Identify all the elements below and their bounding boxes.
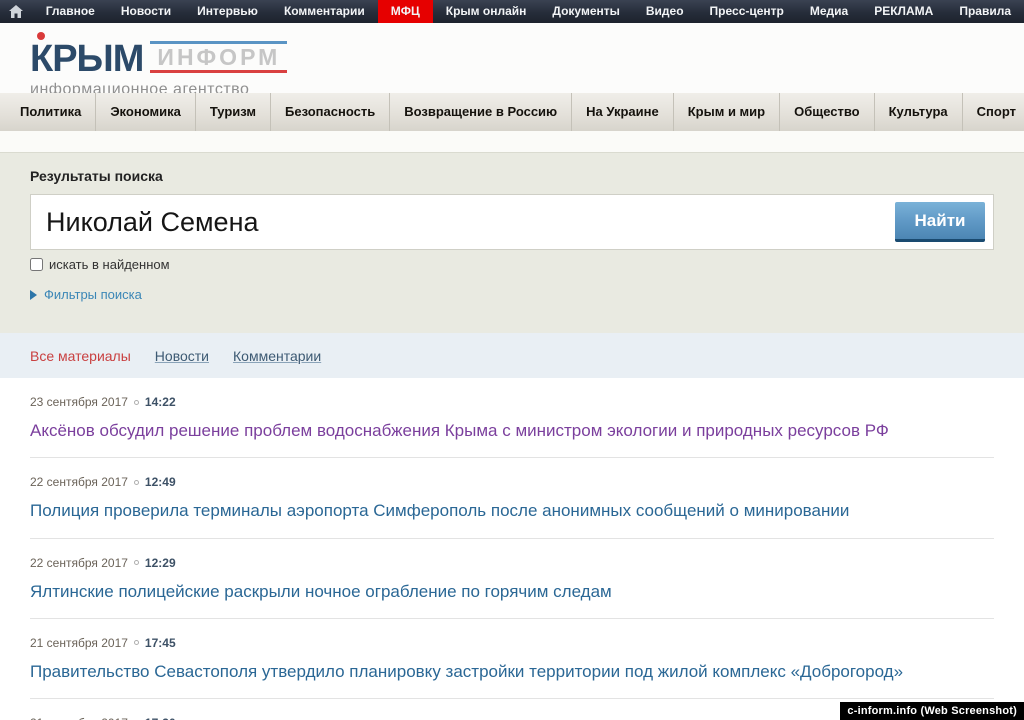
category-nav-item[interactable]: Безопасность: [271, 93, 390, 131]
search-panel: Результаты поиска Найти искать в найденн…: [0, 152, 1024, 333]
category-nav-item[interactable]: Возвращение в Россию: [390, 93, 572, 131]
home-icon-glyph: [9, 5, 23, 18]
result-date: 22 сентября 2017: [30, 556, 128, 570]
topnav-item[interactable]: Крым онлайн: [433, 0, 540, 23]
top-nav-items: ГлавноеНовостиИнтервьюКомментарииМФЦКрым…: [33, 0, 1024, 23]
triangle-right-icon: [30, 290, 37, 300]
topnav-item[interactable]: Пресс-центр: [697, 0, 797, 23]
topnav-item[interactable]: Комментарии: [271, 0, 378, 23]
category-nav-item[interactable]: Крым и мир: [674, 93, 780, 131]
page: ГлавноеНовостиИнтервьюКомментарииМФЦКрым…: [0, 0, 1024, 720]
logo-red-dot-icon: [37, 32, 45, 40]
category-nav-item[interactable]: Спорт: [963, 93, 1024, 131]
result-tabs: Все материалы Новости Комментарии: [0, 333, 1024, 378]
search-filters-link[interactable]: Фильтры поиска: [30, 287, 994, 302]
result-title-link[interactable]: Полиция проверила терминалы аэропорта Си…: [30, 500, 849, 521]
search-in-found-checkbox[interactable]: [30, 258, 43, 271]
search-in-found-row: искать в найденном: [30, 257, 994, 272]
topnav-item[interactable]: Главное: [33, 0, 108, 23]
category-nav-item[interactable]: На Украине: [572, 93, 674, 131]
topnav-item[interactable]: Интервью: [184, 0, 271, 23]
logo-title: КРЫМ: [30, 31, 143, 78]
results-tab[interactable]: Новости: [155, 348, 209, 364]
topnav-item[interactable]: Документы: [539, 0, 632, 23]
topnav-item[interactable]: Правила: [946, 0, 1024, 23]
result-date: 21 сентября 2017: [30, 716, 128, 720]
result-date: 21 сентября 2017: [30, 636, 128, 650]
logo-wordmark: КРЫМ ИНФОРМ: [30, 31, 287, 78]
spacer-strip: [0, 131, 1024, 152]
result-meta: 22 сентября 2017 12:49: [30, 475, 994, 489]
result-item: 21 сентября 2017 17:45 Правительство Севас…: [30, 619, 994, 699]
search-filters-label: Фильтры поиска: [44, 287, 142, 302]
result-time: 12:49: [145, 475, 176, 489]
result-meta: 21 сентября 2017 17:45: [30, 636, 994, 650]
home-icon[interactable]: [0, 0, 33, 23]
category-nav-item[interactable]: Культура: [875, 93, 963, 131]
category-nav-item[interactable]: Политика: [6, 93, 96, 131]
results-tab[interactable]: Комментарии: [233, 348, 321, 364]
topnav-item[interactable]: РЕКЛАМА: [861, 0, 946, 23]
topnav-item[interactable]: Новости: [108, 0, 184, 23]
dot-separator-icon: [134, 480, 139, 485]
logo-suffix: ИНФОРМ: [150, 41, 287, 73]
result-date: 23 сентября 2017: [30, 395, 128, 409]
result-item: 22 сентября 2017 12:49 Полиция проверила т…: [30, 458, 994, 538]
search-box: Найти: [30, 194, 994, 250]
topnav-item[interactable]: МФЦ: [378, 0, 433, 23]
search-in-found-label: искать в найденном: [49, 257, 170, 272]
result-time: 12:29: [145, 556, 176, 570]
top-navigation-bar: ГлавноеНовостиИнтервьюКомментарииМФЦКрым…: [0, 0, 1024, 23]
result-title-link[interactable]: Правительство Севастополя утвердило план…: [30, 661, 903, 682]
masthead: КРЫМ ИНФОРМ информационное агентство: [0, 23, 1024, 93]
search-results-heading: Результаты поиска: [30, 168, 994, 184]
watermark: c-inform.info (Web Screenshot): [840, 702, 1024, 720]
result-title-link[interactable]: Ялтинские полицейские раскрыли ночное ог…: [30, 581, 612, 602]
result-time: 14:22: [145, 395, 176, 409]
search-input[interactable]: [31, 195, 993, 249]
result-time: 17:45: [145, 636, 176, 650]
result-item: 23 сентября 2017 14:22 Аксёнов обсудил реш…: [30, 378, 994, 458]
category-nav-item[interactable]: Экономика: [96, 93, 196, 131]
category-nav-item[interactable]: Туризм: [196, 93, 271, 131]
results-tab[interactable]: Все материалы: [30, 348, 131, 364]
result-item: 22 сентября 2017 12:29 Ялтинские полицейск…: [30, 539, 994, 619]
dot-separator-icon: [134, 400, 139, 405]
topnav-item[interactable]: Видео: [633, 0, 697, 23]
dot-separator-icon: [134, 560, 139, 565]
topnav-item[interactable]: Медиа: [797, 0, 861, 23]
result-meta: 23 сентября 2017 14:22: [30, 395, 994, 409]
dot-separator-icon: [134, 640, 139, 645]
category-nav-bar: ПолитикаЭкономикаТуризмБезопасностьВозвр…: [0, 93, 1024, 131]
result-time: 17:30: [145, 716, 176, 720]
category-nav-item[interactable]: Общество: [780, 93, 875, 131]
site-logo[interactable]: КРЫМ ИНФОРМ информационное агентство: [30, 31, 287, 99]
result-title-link[interactable]: Аксёнов обсудил решение проблем водоснаб…: [30, 420, 889, 441]
category-nav-items: ПолитикаЭкономикаТуризмБезопасностьВозвр…: [0, 93, 1024, 131]
search-button[interactable]: Найти: [895, 202, 985, 242]
result-meta: 22 сентября 2017 12:29: [30, 556, 994, 570]
result-date: 22 сентября 2017: [30, 475, 128, 489]
search-results-list: 23 сентября 2017 14:22 Аксёнов обсудил реш…: [0, 378, 1024, 720]
